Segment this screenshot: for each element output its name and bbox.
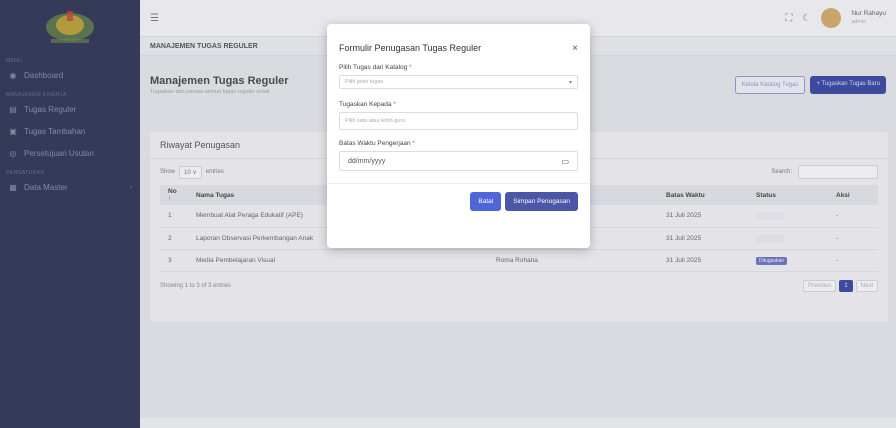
field-label-text: Batas Waktu Pengerjaan <box>339 140 411 147</box>
close-icon[interactable]: × <box>572 43 578 54</box>
deadline-date-input[interactable]: dd/mm/yyyy ▭ <box>339 151 578 171</box>
tugas-select[interactable]: Pilih jenis tugas ▾ <box>339 75 578 89</box>
required-mark: * <box>412 140 416 147</box>
guru-multiselect[interactable]: Pilih satu atau lebih guru <box>339 112 578 130</box>
required-mark: * <box>409 64 412 71</box>
modal-title: Formulir Penugasan Tugas Reguler <box>339 43 482 53</box>
field-label-kepada: Tugaskan Kepada * <box>339 101 578 108</box>
required-mark: * <box>393 101 396 108</box>
field-label-text: Tugaskan Kepada <box>339 101 392 108</box>
save-button[interactable]: Simpan Penugasan <box>505 192 578 211</box>
field-label-batas: Batas Waktu Pengerjaan * <box>339 140 578 147</box>
calendar-icon[interactable]: ▭ <box>561 157 569 166</box>
tugas-select-placeholder: Pilih jenis tugas <box>345 79 384 85</box>
field-label-tugas: Pilih Tugas dari Katalog * <box>339 64 578 71</box>
cancel-button[interactable]: Batal <box>470 192 502 211</box>
field-label-text: Pilih Tugas dari Katalog <box>339 64 408 71</box>
date-placeholder: dd/mm/yyyy <box>348 157 386 165</box>
chevron-down-icon: ▾ <box>568 79 572 86</box>
assignment-modal: Formulir Penugasan Tugas Reguler × Pilih… <box>327 24 590 248</box>
guru-multiselect-placeholder: Pilih satu atau lebih guru <box>345 118 406 124</box>
